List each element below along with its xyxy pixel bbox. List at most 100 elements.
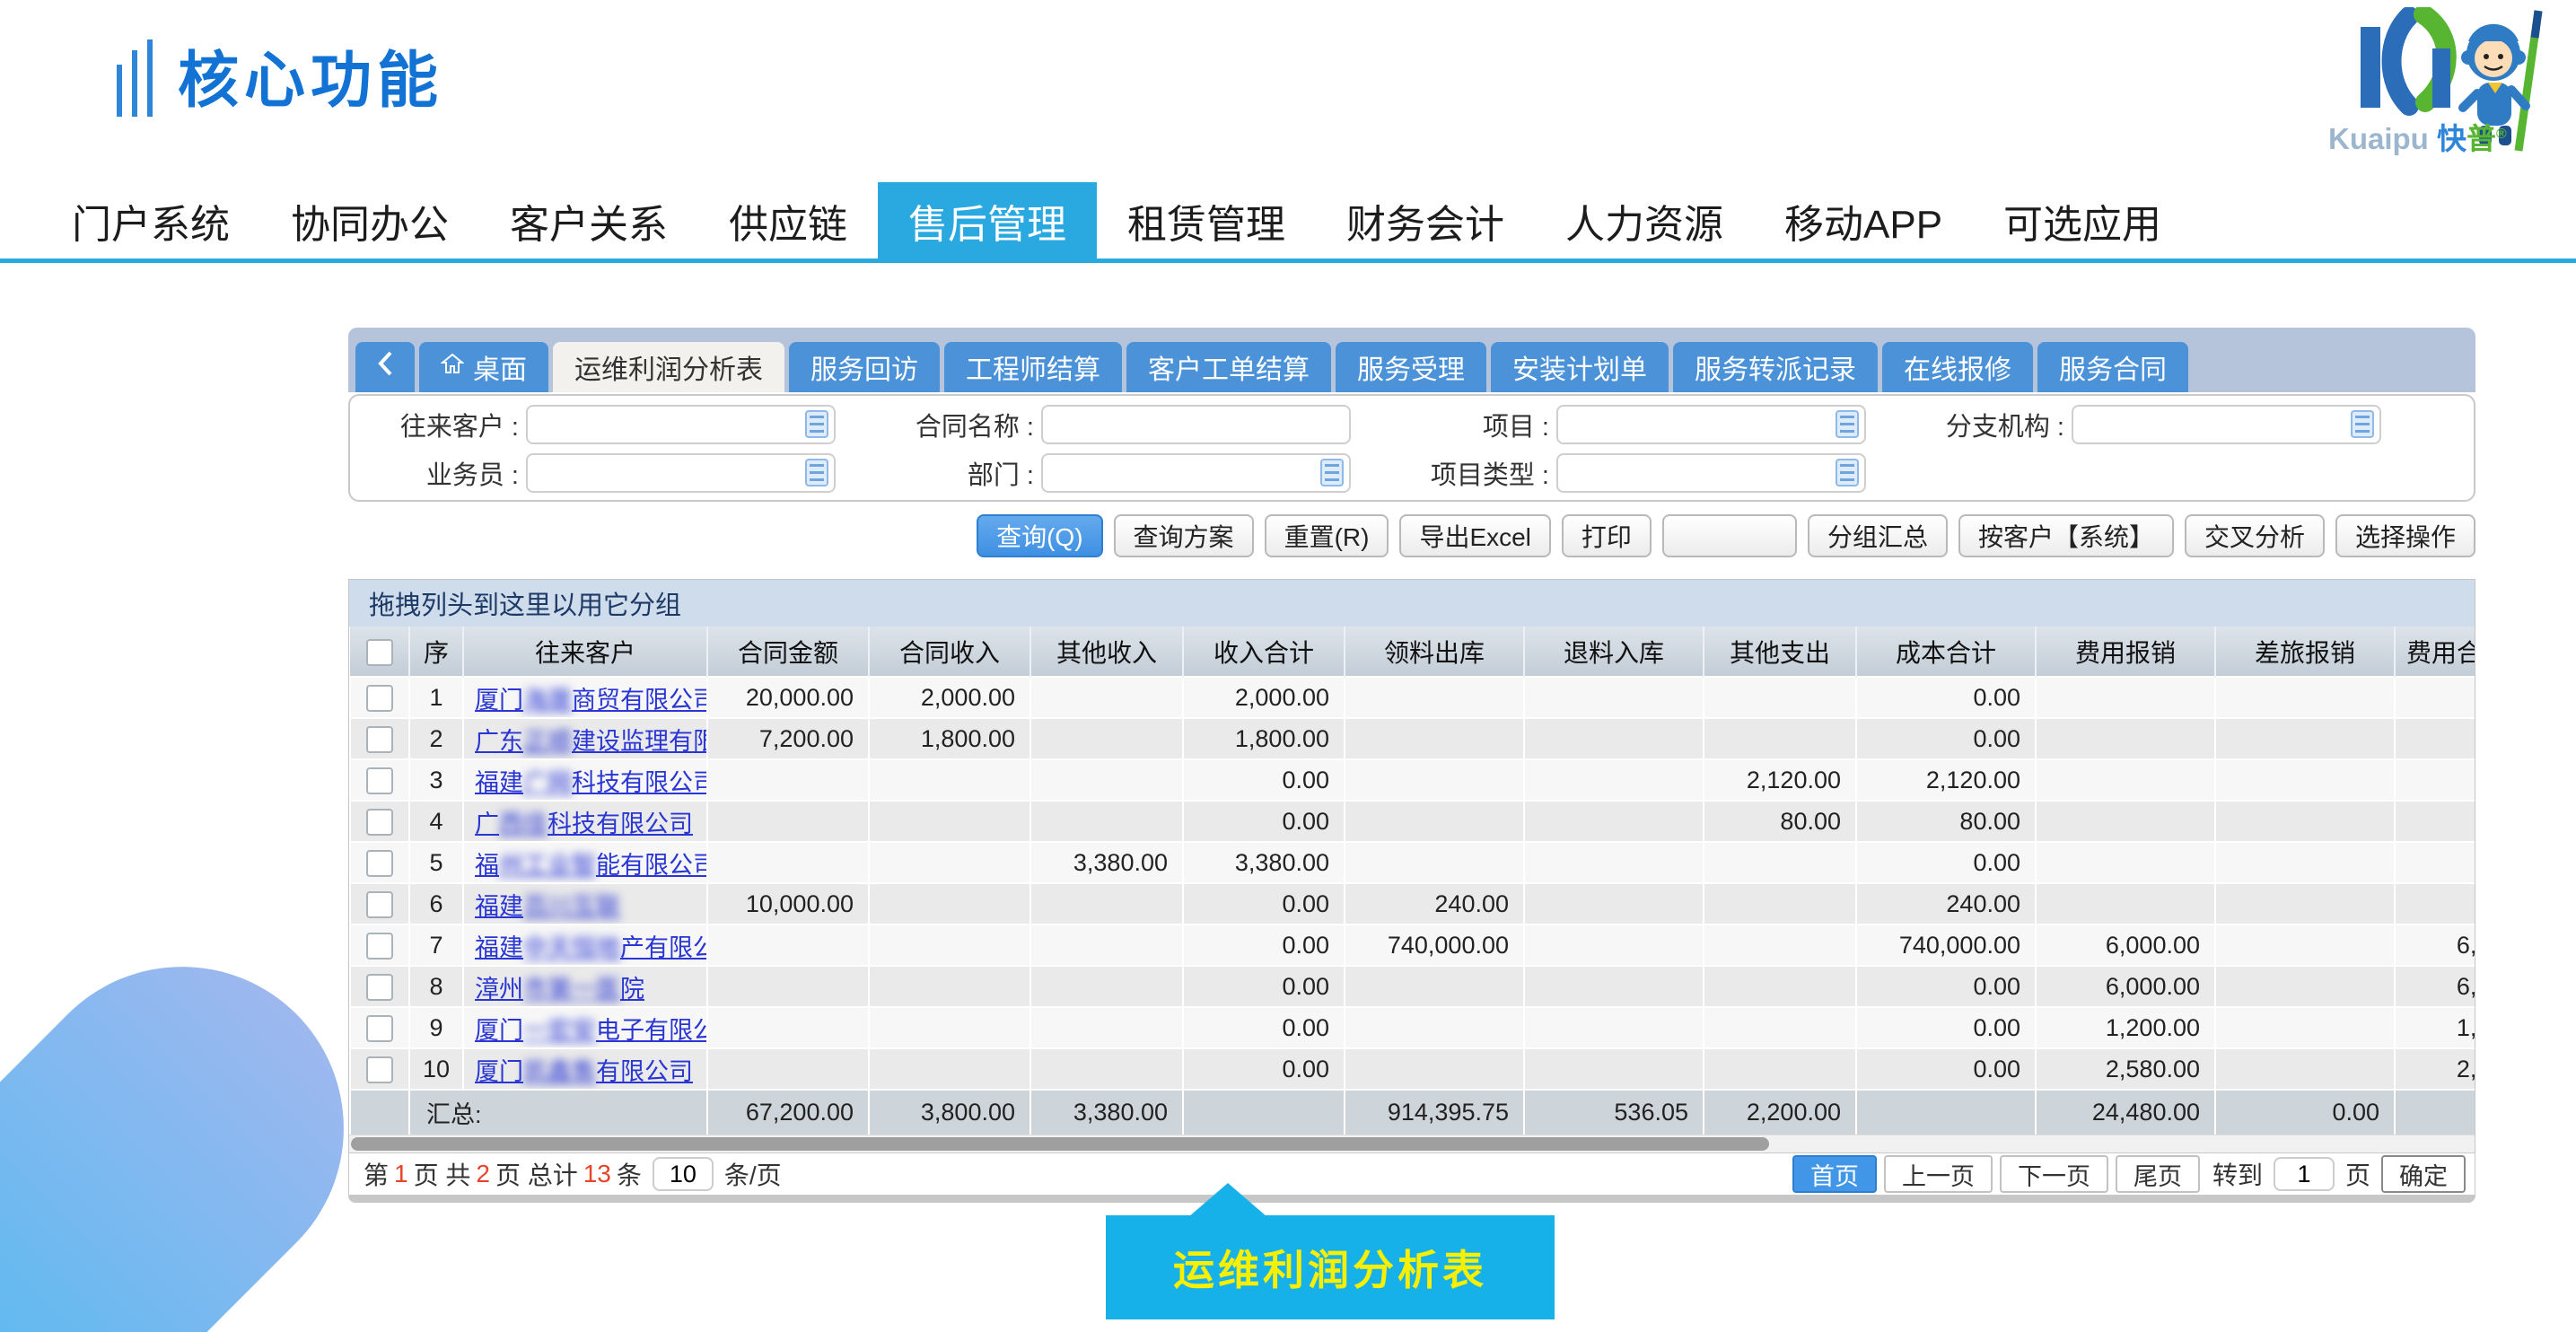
tab-7[interactable]: 安装计划单 xyxy=(1491,342,1669,392)
row-checkbox[interactable] xyxy=(366,850,393,877)
row-checkbox[interactable] xyxy=(366,726,393,753)
filter-panel: 往来客户 :合同名称 :项目 :分支机构 :业务员 :部门 :项目类型 : xyxy=(348,394,2475,502)
nav-item-2[interactable]: 协同办公 xyxy=(260,182,479,259)
column-header-10[interactable]: 成本合计 xyxy=(1856,627,2036,677)
tab-10[interactable]: 服务合同 xyxy=(2037,342,2188,392)
tab-8[interactable]: 服务转派记录 xyxy=(1673,342,1878,392)
list-lookup-icon[interactable] xyxy=(805,410,828,438)
filter-input[interactable] xyxy=(1041,453,1351,493)
pagination-controls: 首页上一页下一页尾页转到页确定 xyxy=(1785,1155,2466,1193)
row-checkbox[interactable] xyxy=(366,891,393,918)
list-lookup-icon[interactable] xyxy=(805,459,828,486)
nav-item-8[interactable]: 人力资源 xyxy=(1535,182,1754,259)
list-lookup-icon[interactable] xyxy=(1836,410,1859,438)
nav-item-5[interactable]: 售后管理 xyxy=(878,182,1097,259)
goto-page-input[interactable] xyxy=(2274,1157,2335,1191)
toolbar-button-1[interactable]: 查询(Q) xyxy=(977,514,1102,557)
next-page-button[interactable]: 下一页 xyxy=(2000,1155,2108,1193)
tab-5[interactable]: 客户工单结算 xyxy=(1126,342,1331,392)
column-header-13[interactable]: 费用合计 xyxy=(2395,627,2475,677)
customer-link[interactable]: 广西佳科技有限公司 xyxy=(475,811,693,837)
table-row: 4广西佳科技有限公司0.0080.0080.00 xyxy=(350,801,2475,842)
column-header-5[interactable]: 其他收入 xyxy=(1030,627,1183,677)
filter-input[interactable] xyxy=(526,453,836,493)
table-row: 8漳州市第一医院0.000.006,000.006,000.00 xyxy=(350,966,2475,1007)
chevron-left-icon xyxy=(376,350,394,384)
column-header-7[interactable]: 领料出库 xyxy=(1345,627,1524,677)
tab-3[interactable]: 服务回访 xyxy=(789,342,940,392)
nav-item-6[interactable]: 租赁管理 xyxy=(1097,182,1316,259)
row-checkbox[interactable] xyxy=(366,974,393,1001)
nav-item-9[interactable]: 移动APP xyxy=(1754,182,1973,259)
column-header-9[interactable]: 其他支出 xyxy=(1704,627,1856,677)
filter-input[interactable] xyxy=(526,405,836,444)
filter-field-0-2: 项目 : xyxy=(1380,405,1896,444)
toolbar-blank-button[interactable] xyxy=(1662,514,1797,557)
column-header-11[interactable]: 费用报销 xyxy=(2036,627,2215,677)
last-page-button[interactable]: 尾页 xyxy=(2116,1155,2200,1193)
row-checkbox[interactable] xyxy=(366,685,393,712)
tab-1[interactable]: 桌面 xyxy=(419,342,548,392)
row-checkbox[interactable] xyxy=(366,1015,393,1042)
customer-link[interactable]: 福建中天恒地产有限公司 xyxy=(475,934,707,961)
toolbar-button-2[interactable]: 查询方案 xyxy=(1114,514,1254,557)
toolbar-button-4[interactable]: 导出Excel xyxy=(1399,514,1550,557)
row-checkbox[interactable] xyxy=(366,809,393,836)
page-info-part: 2 xyxy=(470,1160,495,1188)
column-header-12[interactable]: 差旅报销 xyxy=(2215,627,2395,677)
list-lookup-icon[interactable] xyxy=(1836,459,1859,486)
list-lookup-icon[interactable] xyxy=(1320,459,1344,486)
filter-input[interactable] xyxy=(1041,405,1351,444)
filter-input[interactable] xyxy=(1556,405,1866,444)
toolbar-button-8[interactable]: 按客户【系统】 xyxy=(1958,514,2174,557)
row-checkbox[interactable] xyxy=(366,1056,393,1083)
toolbar-button-5[interactable]: 打印 xyxy=(1562,514,1652,557)
customer-link[interactable]: 漳州市第一医院 xyxy=(475,976,644,1003)
nav-item-7[interactable]: 财务会计 xyxy=(1316,182,1535,259)
toolbar-button-7[interactable]: 分组汇总 xyxy=(1808,514,1948,557)
column-header-6[interactable]: 收入合计 xyxy=(1183,627,1345,677)
tab-2[interactable]: 运维利润分析表 xyxy=(553,342,784,392)
customer-link[interactable]: 福建广网科技有限公司 xyxy=(475,769,707,796)
customer-link[interactable]: 厦门海晟商贸有限公司 xyxy=(475,687,707,714)
page-size-input[interactable] xyxy=(653,1157,714,1191)
tab-back-button[interactable] xyxy=(355,342,415,392)
pagination-info: 第 1 页 共 2 页 总计 13 条 条/页 xyxy=(364,1156,782,1192)
tab-9[interactable]: 在线报修 xyxy=(1882,342,2033,392)
nav-item-10[interactable]: 可选应用 xyxy=(1973,182,2192,259)
table-row: 6福建百川互联10,000.000.00240.00240.00 xyxy=(350,883,2475,925)
tab-4[interactable]: 工程师结算 xyxy=(944,342,1122,392)
column-header-1[interactable]: 序 xyxy=(409,627,463,677)
toolbar-button-10[interactable]: 选择操作 xyxy=(2335,514,2475,557)
column-header-3[interactable]: 合同金额 xyxy=(707,627,869,677)
summary-cell-3: 3,380.00 xyxy=(1030,1090,1183,1135)
nav-item-4[interactable]: 供应链 xyxy=(698,182,878,259)
horizontal-scrollbar-thumb[interactable] xyxy=(351,1137,1769,1151)
filter-label: 项目类型 : xyxy=(1380,454,1556,492)
filter-input[interactable] xyxy=(2072,405,2381,444)
row-checkbox[interactable] xyxy=(366,767,393,794)
column-header-4[interactable]: 合同收入 xyxy=(869,627,1030,677)
nav-item-3[interactable]: 客户关系 xyxy=(479,182,698,259)
first-page-button[interactable]: 首页 xyxy=(1792,1155,1877,1193)
select-all-checkbox[interactable] xyxy=(366,639,393,666)
customer-link[interactable]: 广东正顺建设监理有限... xyxy=(475,728,707,755)
nav-item-1[interactable]: 门户系统 xyxy=(41,182,260,259)
customer-link[interactable]: 厦门凯鑫售有限公司 xyxy=(475,1058,693,1085)
list-lookup-icon[interactable] xyxy=(2351,410,2374,438)
tab-6[interactable]: 服务受理 xyxy=(1336,342,1486,392)
horizontal-scrollbar xyxy=(349,1135,2475,1152)
column-header-8[interactable]: 退料入库 xyxy=(1524,627,1704,677)
column-header-2[interactable]: 往来客户 xyxy=(463,627,707,677)
toolbar-button-9[interactable]: 交叉分析 xyxy=(2185,514,2325,557)
row-checkbox[interactable] xyxy=(366,933,393,960)
toolbar-button-3[interactable]: 重置(R) xyxy=(1265,514,1389,557)
filter-input[interactable] xyxy=(1556,453,1866,493)
filter-field-1-1: 部门 : xyxy=(865,453,1380,493)
filter-label: 合同名称 : xyxy=(865,406,1041,443)
customer-link[interactable]: 厦门一宏安电子有限公司 xyxy=(475,1017,707,1044)
customer-link[interactable]: 福州工业智能有限公司 xyxy=(475,852,707,879)
confirm-button[interactable]: 确定 xyxy=(2381,1155,2466,1193)
prev-page-button[interactable]: 上一页 xyxy=(1884,1155,1993,1193)
customer-link[interactable]: 福建百川互联 xyxy=(475,893,620,920)
